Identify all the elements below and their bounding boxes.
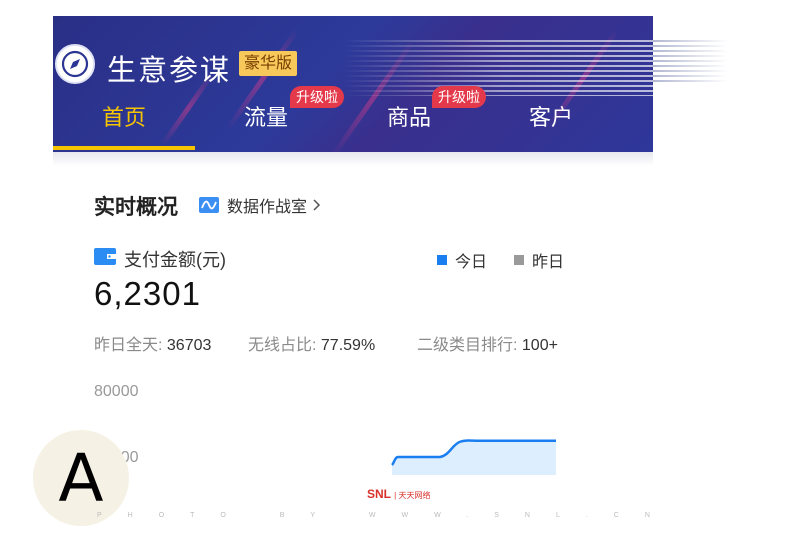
stat-value: 36703 — [166, 337, 212, 354]
products-upgrade-badge: 升级啦 — [432, 86, 486, 108]
tab-customers[interactable]: 客户 — [480, 98, 622, 152]
wallet-icon — [94, 248, 116, 265]
header-shadow — [53, 152, 653, 166]
edition-badge: 豪华版 — [239, 51, 298, 76]
section-title: 实时概况 — [94, 196, 178, 219]
app-header: 生意参谋 豪华版 首页 流量 升级啦 商品 升级啦 客户 — [53, 16, 653, 152]
data-war-room-link[interactable]: 数据作战室 — [199, 194, 321, 216]
stat-key: 无线占比: — [248, 337, 317, 354]
chevron-right-icon — [313, 199, 321, 211]
stat-value: 77.59% — [320, 337, 376, 354]
tab-products-label: 商品 — [386, 105, 431, 130]
watermark-logo: SNL | 天天网络 — [367, 487, 431, 501]
stat-key: 二级类目排行: — [417, 337, 518, 354]
watermark-logo-cn: 天天网络 — [398, 491, 431, 500]
watermark-text: PHOTO BY WWW.SNL.CN — [97, 512, 676, 519]
app-title: 生意参谋 — [107, 55, 232, 87]
stat-yesterday-total: 昨日全天: 36703 — [94, 331, 211, 355]
active-tab-indicator — [53, 146, 195, 150]
stat-value: 100+ — [521, 337, 558, 354]
watermark-logo-text: SNL — [367, 487, 391, 501]
stat-wireless-share: 无线占比: 77.59% — [248, 331, 375, 355]
legend-swatch — [437, 255, 447, 265]
tab-home[interactable]: 首页 — [53, 98, 195, 152]
traffic-upgrade-badge: 升级啦 — [290, 86, 344, 108]
legend-today[interactable]: 今日 — [437, 248, 487, 272]
metric-label: 支付金额(元) — [124, 250, 226, 270]
stat-key: 昨日全天: — [94, 337, 163, 354]
data-war-room-label: 数据作战室 — [227, 199, 308, 216]
stat-category-rank: 二级类目排行: 100+ — [417, 331, 558, 355]
tab-customers-label: 客户 — [528, 105, 573, 130]
tab-traffic-label: 流量 — [243, 105, 288, 130]
payment-amount-value: 6,2301 — [94, 275, 201, 312]
compass-logo-icon — [55, 44, 95, 84]
speed-streak-decor — [343, 40, 653, 96]
legend-yesterday-label: 昨日 — [532, 254, 565, 271]
legend-swatch — [514, 255, 524, 265]
trend-chart-icon — [199, 197, 219, 213]
tab-home-label: 首页 — [101, 105, 146, 130]
letter-a: A — [58, 440, 104, 517]
speed-streak-decor — [653, 40, 728, 84]
legend-today-label: 今日 — [455, 254, 488, 271]
legend-yesterday[interactable]: 昨日 — [514, 248, 564, 272]
